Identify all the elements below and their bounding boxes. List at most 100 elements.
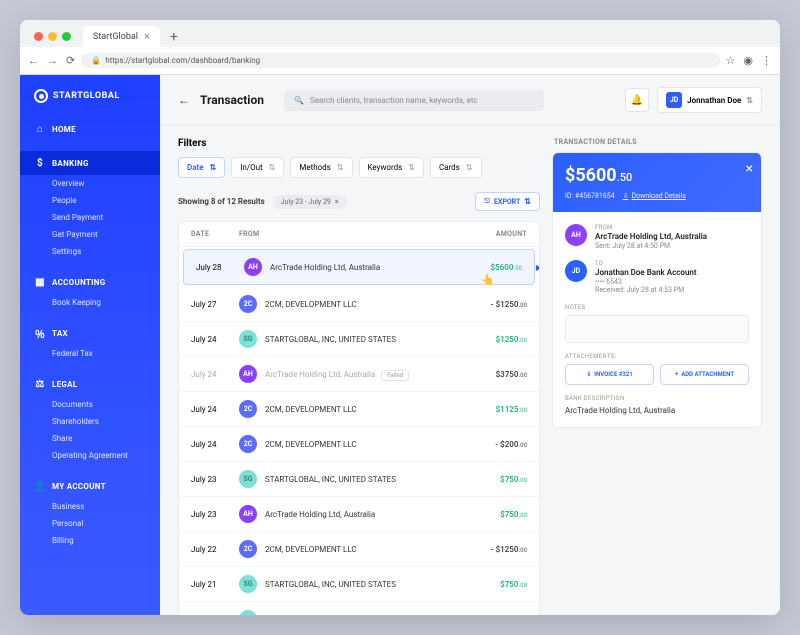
table-row[interactable]: July 24AHArcTrade Holding Ltd, Australia… [179,357,539,392]
sidebar-item-billing[interactable]: Billing [52,532,160,549]
row-amount: $750.00 [457,580,527,589]
minimize-window-icon[interactable] [48,32,57,41]
search-input[interactable]: 🔍 Search clients, transaction name, keyw… [284,90,544,111]
table-row[interactable]: July 222C2CM, DEVELOPMENT LLC- $1250.00 [179,532,539,567]
row-date: July 22 [191,545,239,554]
remove-chip-icon[interactable]: × [335,198,339,206]
from-name: ArcTrade Holding Ltd, Australia [595,232,749,241]
filter-methods[interactable]: Methods⇅ [290,157,352,178]
nav-legal[interactable]: ⚖LEGAL [20,372,160,396]
traffic-lights [28,32,77,41]
chevron-updown-icon: ⇅ [746,96,753,105]
sidebar-item-get-payment[interactable]: Get Payment [52,226,160,243]
nav-account[interactable]: 👤MY ACCOUNT [20,474,160,498]
row-amount: - $1250.00 [457,300,527,309]
close-tab-icon[interactable]: × [144,30,150,43]
sidebar: STARTGLOBAL ⌂HOME $BANKING OverviewPeopl… [20,75,160,615]
detail-title: TRANSACTION DETAILS [552,138,762,146]
row-date: July 24 [191,370,239,379]
filter-cards[interactable]: Cards⇅ [430,157,482,178]
row-avatar: 2C [239,400,257,418]
filter-inout[interactable]: In/Out⇅ [231,157,284,178]
transaction-detail-card: × $5600.50 ID: #456781654 ⇩Download Deta… [552,152,762,428]
url-field[interactable]: 🔒 https://startglobal.com/dashboard/bank… [81,53,719,68]
user-menu[interactable]: JD Jonnathan Doe ⇅ [657,87,762,113]
nav-home[interactable]: ⌂HOME [20,117,160,141]
row-from: ArcTrade Holding Ltd, AustraliaFailed [265,370,457,379]
page-title: Transaction [200,93,264,107]
row-avatar: 2C [239,540,257,558]
table-row[interactable]: July 24SGSTARTGLOBAL, INC, UNITED STATES… [179,322,539,357]
profile-icon[interactable]: ◉ [743,54,753,67]
row-from: 2CM, DEVELOPMENT LLC [265,545,457,554]
sidebar-item-book-keeping[interactable]: Book Keeping [52,294,160,311]
row-date: July 24 [191,405,239,414]
close-window-icon[interactable] [34,32,43,41]
row-amount: $50.00 [457,615,527,616]
row-from: STARTGLOBAL, INC, UNITED STATES [265,475,457,484]
failed-badge: Failed [381,370,409,381]
row-from: 2CM, DEVELOPMENT LLC [265,440,457,449]
invoice-attachment-button[interactable]: ⇩INVOICE #321 [565,364,654,385]
star-icon[interactable]: ☆ [726,54,736,67]
row-date: July 27 [191,300,239,309]
chevron-updown-icon: ⇅ [210,163,217,172]
row-avatar: AH [244,258,262,276]
add-attachment-button[interactable]: +ADD ATTACHMENT [660,364,749,385]
row-date: July 21 [191,580,239,589]
results-count: Showing 8 of 12 Results [178,197,265,206]
row-from: ArcTrade Holding Ltd, Australia [265,510,457,519]
sidebar-item-people[interactable]: People [52,192,160,209]
table-row[interactable]: July 272C2CM, DEVELOPMENT LLC- $1250.00 [179,287,539,322]
new-tab-button[interactable]: + [166,29,182,45]
sidebar-item-overview[interactable]: Overview [52,175,160,192]
nav-accounting[interactable]: ▦ACCOUNTING [20,270,160,294]
nav-tax[interactable]: ％TAX [20,321,160,345]
sidebar-item-federal-tax[interactable]: Federal Tax [52,345,160,362]
download-icon: ⇩ [586,371,591,378]
sidebar-item-documents[interactable]: Documents [52,396,160,413]
sidebar-item-business[interactable]: Business [52,498,160,515]
sidebar-item-share[interactable]: Share [52,430,160,447]
menu-icon[interactable]: ⋮ [761,54,772,67]
table-row[interactable]: July 21SGSTARTGLOBAL, INC, UNITED STATES… [179,567,539,602]
sidebar-item-shareholders[interactable]: Shareholders [52,413,160,430]
reload-icon[interactable]: ⟳ [66,54,75,67]
tab-title: StartGlobal [93,32,138,42]
sidebar-item-personal[interactable]: Personal [52,515,160,532]
download-details-link[interactable]: ⇩Download Details [623,192,686,200]
sidebar-item-send-payment[interactable]: Send Payment [52,209,160,226]
row-from: STARTGLOBAL, INC, UNITED STATES [265,615,457,616]
date-range-chip[interactable]: July 23 - July 29 × [273,195,347,209]
filter-keywords[interactable]: Keywords⇅ [359,157,424,178]
filter-date[interactable]: Date⇅ [178,157,225,178]
table-row[interactable]: July 21SGSTARTGLOBAL, INC, UNITED STATES… [179,602,539,615]
logo[interactable]: STARTGLOBAL [20,89,160,117]
back-arrow[interactable]: ← [178,93,190,107]
table-row[interactable]: July 242C2CM, DEVELOPMENT LLC$1125.00 [179,392,539,427]
table-row[interactable]: July 23SGSTARTGLOBAL, INC, UNITED STATES… [179,462,539,497]
notifications-button[interactable]: 🔔 [625,88,649,112]
row-date: July 23 [191,510,239,519]
table-row[interactable]: July 28AHArcTrade Holding Ltd, Australia… [183,249,535,285]
url-text: https://startglobal.com/dashboard/bankin… [105,56,260,65]
notes-input[interactable] [565,315,749,343]
from-avatar: AH [565,224,587,246]
bell-icon: 🔔 [631,95,643,106]
search-icon: 🔍 [294,96,304,105]
to-timestamp: Received: July 28 at 4:53 PM [595,286,749,294]
nav-banking[interactable]: $BANKING [20,151,160,175]
table-row[interactable]: July 23AHArcTrade Holding Ltd, Australia… [179,497,539,532]
export-button[interactable]: ⎋ EXPORT ⇅ [475,192,540,211]
table-row[interactable]: July 242C2CM, DEVELOPMENT LLC- $200.00 [179,427,539,462]
browser-tab[interactable]: StartGlobal × [83,26,160,47]
browser-chrome: StartGlobal × + ← → ⟳ 🔒 https://startglo… [20,20,780,75]
row-amount: $1125.00 [457,405,527,414]
transactions-table: DATE FROM AMOUNT July 28AHArcTrade Holdi… [178,221,540,615]
maximize-window-icon[interactable] [62,32,71,41]
back-icon[interactable]: ← [28,54,39,67]
sidebar-item-settings[interactable]: Settings [52,243,160,260]
sidebar-item-operating-agreement[interactable]: Operating Agreement [52,447,160,464]
close-detail-button[interactable]: × [746,161,753,177]
forward-icon[interactable]: → [47,54,58,67]
